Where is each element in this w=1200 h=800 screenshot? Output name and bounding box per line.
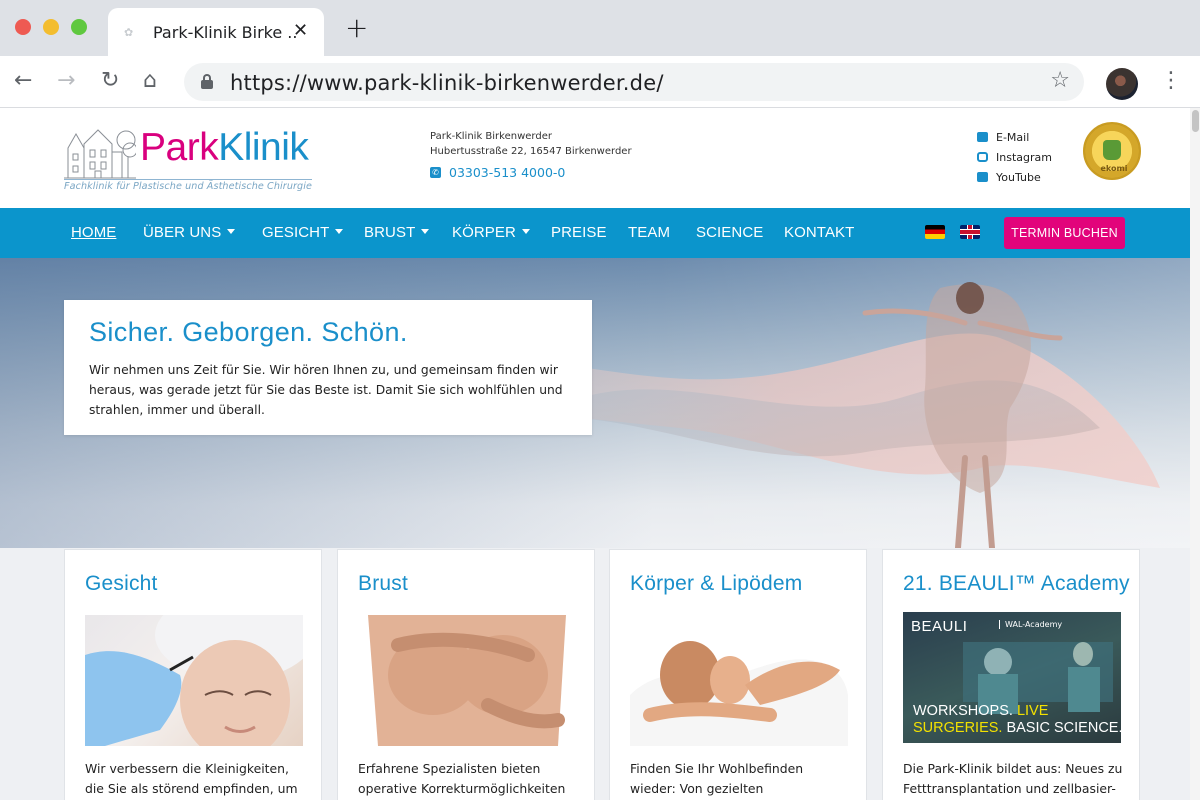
email-link[interactable]: E-Mail: [977, 131, 1029, 144]
instagram-link[interactable]: Instagram: [977, 151, 1052, 164]
window-maximize-button[interactable]: [71, 19, 87, 35]
card-text: Finden Sie Ihr Wohlbefinden wieder: Von …: [630, 761, 804, 796]
wal-academy-label: WAL-Academy: [999, 620, 1062, 629]
forward-arrow-icon[interactable]: →: [57, 68, 75, 94]
url-text[interactable]: https://www.park-klinik-birkenwerder.de/: [230, 71, 664, 95]
profile-avatar[interactable]: [1106, 68, 1138, 100]
address-street: Hubertusstraße 22, 16547 Birkenwerder: [430, 146, 632, 157]
ekomi-badge[interactable]: ekomi: [1083, 122, 1141, 180]
kebab-menu-icon[interactable]: ⋮: [1160, 68, 1182, 93]
body-photo: [630, 641, 848, 746]
nav-item-science[interactable]: SCIENCE: [696, 224, 763, 241]
flag-en-icon[interactable]: [960, 225, 980, 239]
card-brust[interactable]: Brust Erfahrene Spezialisten bieten oper…: [337, 549, 595, 800]
card-title[interactable]: Brust: [358, 572, 408, 596]
hero-title: Sicher. Geborgen. Schön.: [89, 317, 408, 347]
building-illustration-icon: [64, 129, 136, 179]
nav-item-preise[interactable]: PREISE: [551, 224, 607, 241]
caret-down-icon: [421, 229, 430, 234]
nav-item-kontakt[interactable]: KONTAKT: [784, 224, 854, 241]
card-image[interactable]: [358, 615, 576, 746]
star-icon[interactable]: ☆: [1050, 68, 1070, 93]
address-bar[interactable]: https://www.park-klinik-birkenwerder.de/…: [184, 63, 1084, 101]
caret-down-icon: [335, 229, 344, 234]
site-header: ParkKlinik Fachklinik für Plastische und…: [0, 108, 1190, 208]
email-icon: [977, 132, 988, 142]
card-title[interactable]: Gesicht: [85, 572, 158, 596]
banner-line-1: WORKSHOPS. LIVE: [913, 703, 1049, 719]
youtube-icon: [977, 172, 988, 182]
card-title[interactable]: Körper & Lipödem: [630, 572, 802, 596]
logo-wordmark: ParkKlinik: [140, 126, 309, 169]
email-label: E-Mail: [996, 131, 1030, 144]
tab-title: Park-Klinik Birke ..: [153, 23, 298, 42]
home-icon[interactable]: ⌂: [143, 68, 157, 94]
instagram-icon: [977, 152, 988, 162]
instagram-label: Instagram: [996, 151, 1052, 164]
breast-photo: [368, 615, 566, 746]
main-navigation: HOME ÜBER UNS GESICHT BRUST KÖRPER PREIS…: [0, 208, 1190, 258]
page-scrollbar[interactable]: [1190, 108, 1200, 800]
window-close-button[interactable]: [15, 19, 31, 35]
termin-buchen-button[interactable]: TERMIN BUCHEN: [1004, 217, 1125, 249]
card-text: Die Park-Klinik bildet aus: Neues zu Fet…: [903, 761, 1123, 796]
browser-tab[interactable]: ✿ Park-Klinik Birke .. ✕: [108, 8, 324, 56]
nav-item-team[interactable]: TEAM: [628, 224, 670, 241]
phone-link[interactable]: 03303-513 4000-0: [449, 165, 565, 180]
card-koerper-lipoedem[interactable]: Körper & Lipödem Finden Sie Ihr Wohlbefi…: [609, 549, 867, 800]
youtube-link[interactable]: YouTube: [977, 171, 1041, 184]
lock-icon[interactable]: [201, 74, 213, 89]
youtube-label: YouTube: [996, 171, 1041, 184]
caret-down-icon: [521, 229, 530, 234]
site-logo[interactable]: ParkKlinik Fachklinik für Plastische und…: [64, 120, 324, 192]
nav-item-gesicht[interactable]: GESICHT: [262, 224, 344, 241]
nav-item-ueber-uns[interactable]: ÜBER UNS: [143, 224, 236, 241]
window-minimize-button[interactable]: [43, 19, 59, 35]
tab-close-icon[interactable]: ✕: [293, 20, 308, 41]
card-text: Wir verbessern die Kleinigkeiten, die Si…: [85, 761, 298, 796]
card-beauli-academy[interactable]: 21. BEAULI™ Academy BEAULI WAL-Academy W…: [882, 549, 1140, 800]
logo-subtitle: Fachklinik für Plastische und Ästhetisch…: [64, 179, 313, 192]
browser-tab-bar: ✿ Park-Klinik Birke .. ✕ +: [0, 0, 1200, 56]
new-tab-button[interactable]: +: [345, 14, 368, 42]
thumbs-up-icon: [1103, 140, 1121, 160]
browser-toolbar: ← → ↻ ⌂ https://www.park-klinik-birkenwe…: [0, 56, 1200, 108]
card-title[interactable]: 21. BEAULI™ Academy: [903, 572, 1130, 596]
card-text: Erfahrene Spezialisten bieten operative …: [358, 761, 566, 796]
address-name: Park-Klinik Birkenwerder: [430, 131, 552, 142]
caret-down-icon: [227, 229, 236, 234]
card-image[interactable]: [85, 615, 303, 746]
hero-description: Wir nehmen uns Zeit für Sie. Wir hören I…: [89, 363, 563, 417]
scrollbar-thumb[interactable]: [1192, 110, 1199, 132]
face-treatment-photo: [85, 615, 303, 746]
favicon-icon: ✿: [124, 26, 134, 39]
flag-de-icon[interactable]: [925, 225, 945, 239]
hero-text-box: Sicher. Geborgen. Schön. Wir nehmen uns …: [64, 300, 592, 435]
ekomi-label: ekomi: [1100, 164, 1128, 173]
hero-section: Sicher. Geborgen. Schön. Wir nehmen uns …: [0, 258, 1190, 548]
card-gesicht[interactable]: Gesicht Wir verbessern die Kleinigkeiten…: [64, 549, 322, 800]
card-image[interactable]: [630, 615, 848, 746]
banner-line-2: SURGERIES. BASIC SCIENCE.: [913, 720, 1121, 736]
phone-icon: ✆: [430, 167, 441, 178]
reload-icon[interactable]: ↻: [101, 68, 119, 94]
card-image[interactable]: BEAULI WAL-Academy WORKSHOPS. LIVE SURGE…: [903, 612, 1121, 743]
back-arrow-icon[interactable]: ←: [14, 68, 32, 94]
nav-item-koerper[interactable]: KÖRPER: [452, 224, 530, 241]
nav-item-home[interactable]: HOME: [71, 224, 116, 241]
beauli-logo: BEAULI: [911, 618, 968, 635]
nav-item-brust[interactable]: BRUST: [364, 224, 430, 241]
